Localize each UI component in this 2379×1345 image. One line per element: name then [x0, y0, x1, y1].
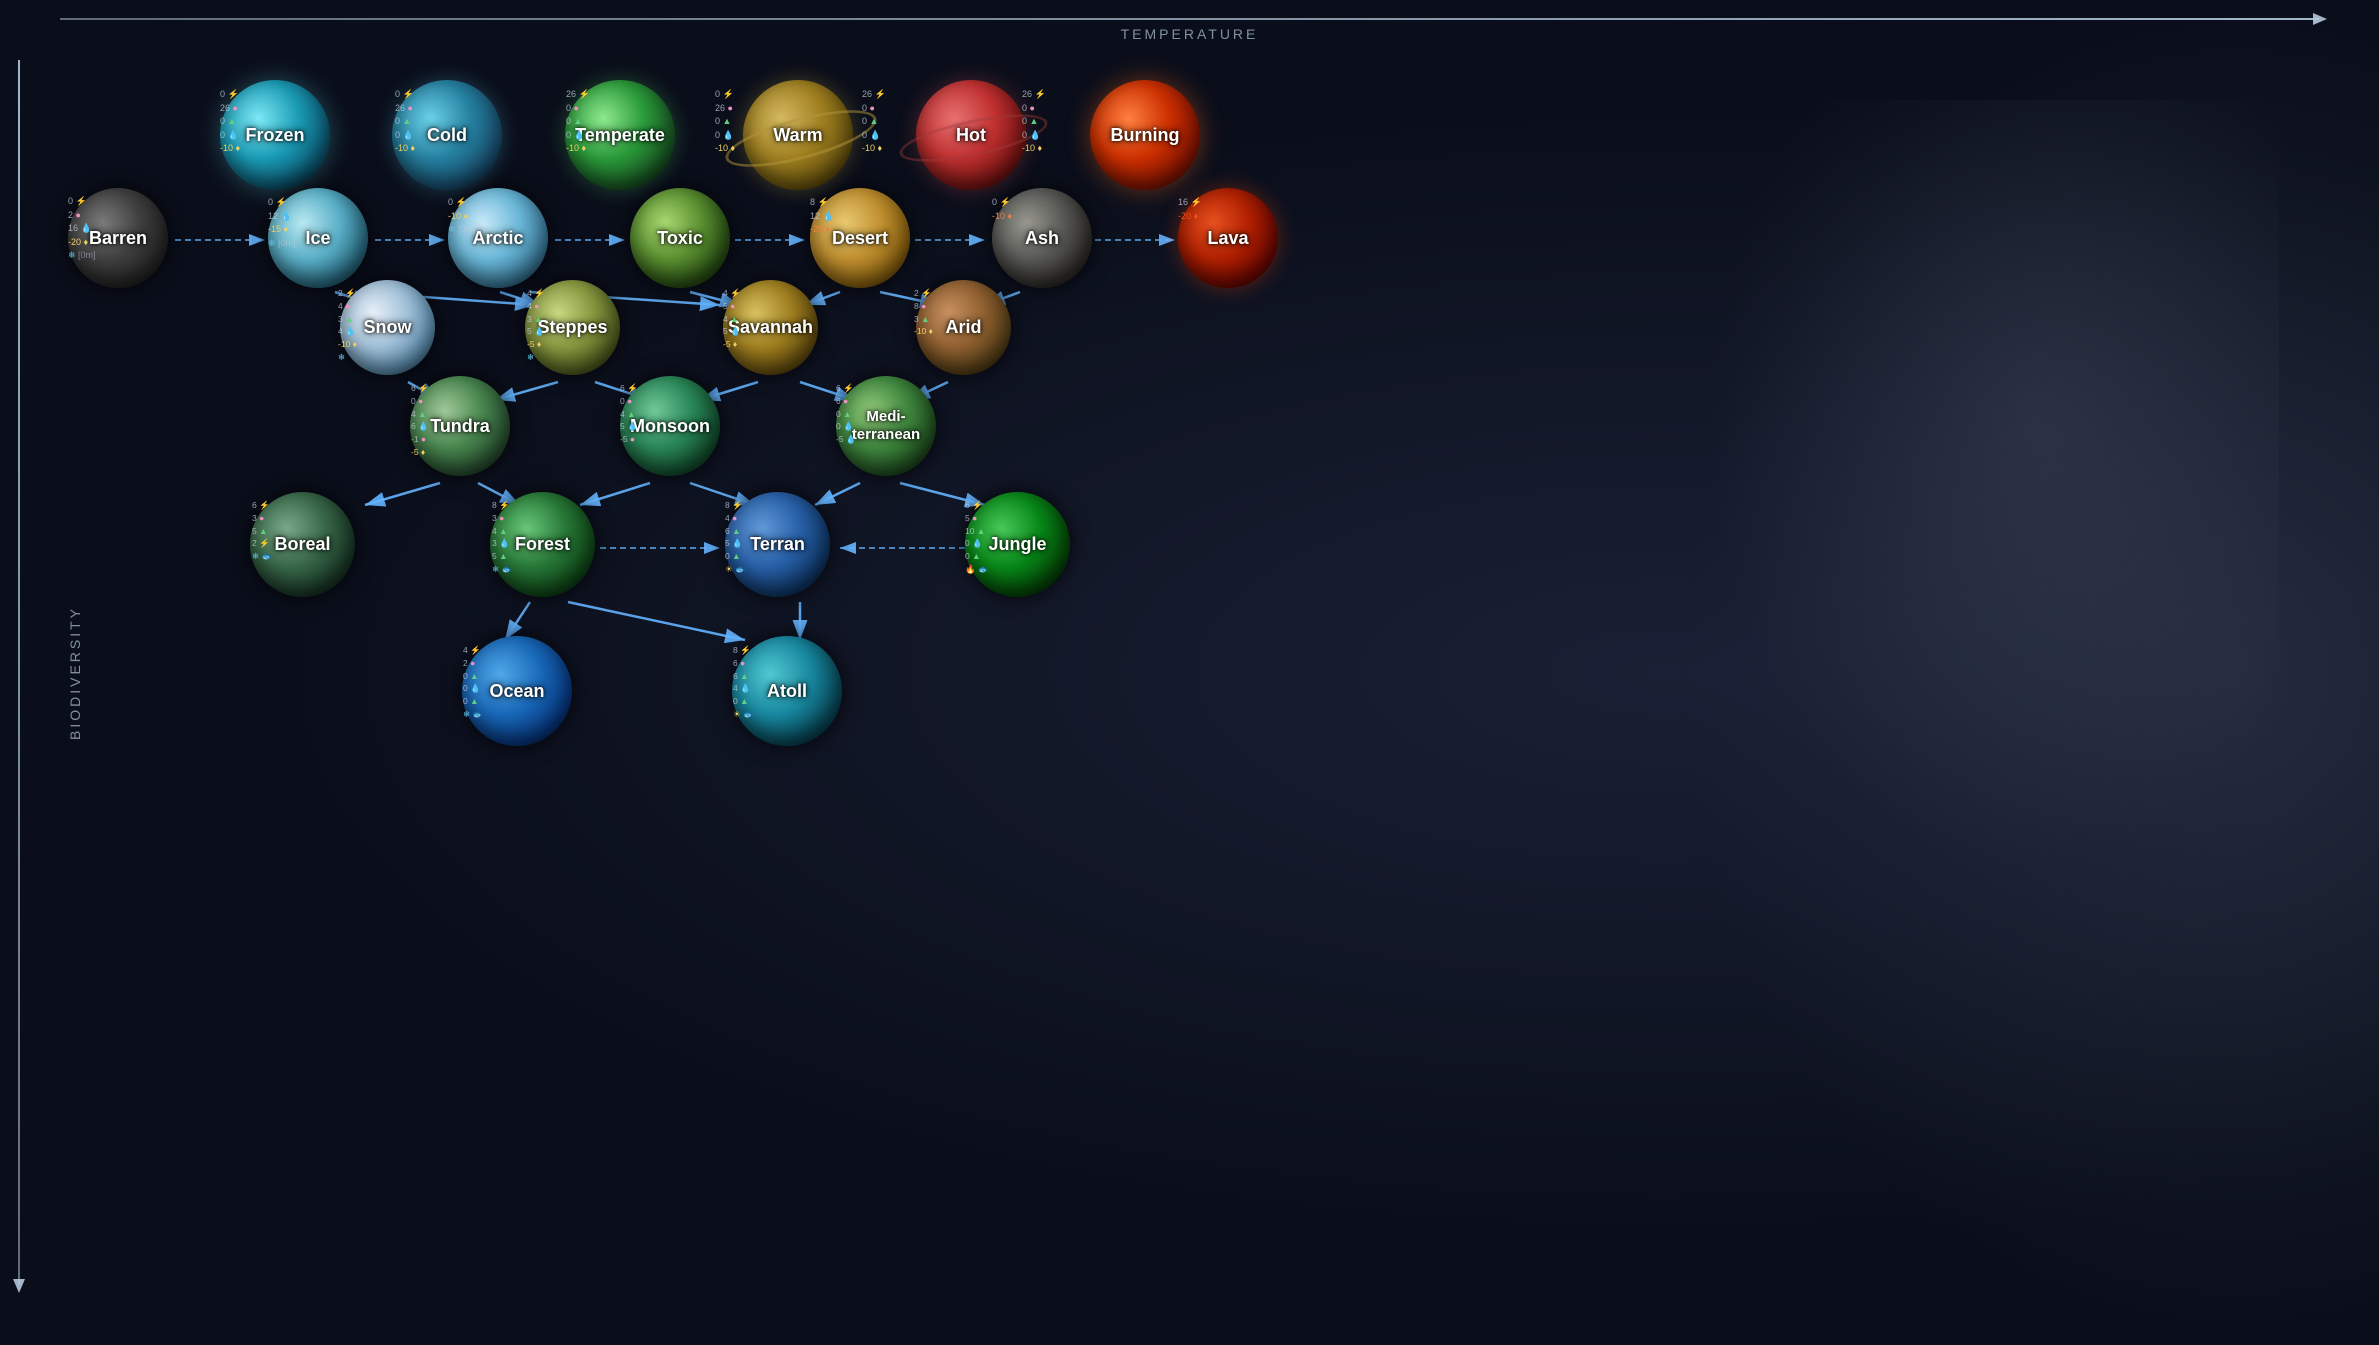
- tundra-stats: 6 ⚡ 0 ● 4 ▲ 6 💧 -1 ● -5 ♦: [411, 382, 429, 459]
- ash-stats: 0 ⚡ -10 ♦: [992, 196, 1012, 223]
- planet-frozen-label: Frozen: [245, 125, 304, 146]
- planet-toxic-container[interactable]: Toxic: [630, 188, 730, 288]
- planet-warm[interactable]: Warm: [743, 80, 853, 190]
- hot-stats: 26 ⚡ 0 ● 0 ▲ 0 💧 -10 ♦: [862, 88, 886, 156]
- terran-stats: 8 ⚡ 4 ● 6 ▲ 5 💧 0 ▲ ☀ 🐟: [725, 499, 746, 576]
- planet-savannah-label: Savannah: [728, 317, 813, 338]
- planet-toxic-label: Toxic: [657, 228, 703, 249]
- planet-arid-label: Arid: [946, 317, 982, 338]
- snow-stats: 2 ⚡ 4 ● 3 ▲ 4 💧 -10 ♦ ❄: [338, 287, 357, 364]
- arid-stats: 2 ⚡ 8 ● 3 ▲ -10 ♦: [914, 287, 933, 338]
- forest-stats: 8 ⚡ 3 ● 4 ▲ 3 💧 5 ▲ ❄ 🐟: [492, 499, 512, 576]
- temperature-axis: TEMPERATURE: [60, 18, 2319, 20]
- planet-tundra-label: Tundra: [430, 416, 490, 437]
- jungle-stats: 6 ⚡ 5 ● 10 ▲ 0 💧 0 ▲ 🔥 🐟: [965, 499, 989, 576]
- mediterranean-stats: 6 ⚡ 6 ● 0 ▲ 0 💧 -5 💧: [836, 382, 857, 446]
- ocean-stats: 4 ⚡ 2 ● 0 ▲ 0 💧 0 ▲ ❄ 🐟: [463, 644, 483, 721]
- planet-atoll-label: Atoll: [767, 681, 807, 702]
- biodiversity-axis: [18, 60, 20, 1285]
- planet-mediterranean-label: Medi-terranean: [852, 408, 920, 444]
- burning-stats: 26 ⚡ 0 ● 0 ▲ 0 💧 -10 ♦: [1022, 88, 1046, 156]
- planet-hot[interactable]: Hot: [916, 80, 1026, 190]
- planet-terran-label: Terran: [750, 534, 805, 555]
- planet-hot-container[interactable]: Hot: [916, 80, 1026, 190]
- desert-stats: 8 ⚡ 12 💧 -20 ♦: [810, 196, 834, 237]
- planet-steppes-label: Steppes: [537, 317, 607, 338]
- warm-stats: 0 ⚡ 26 ● 0 ▲ 0 💧 -10 ♦: [715, 88, 735, 156]
- planet-burning[interactable]: Burning: [1090, 80, 1200, 190]
- temperate-stats: 26 ⚡ 0 ● 0 ▲ 0 💧 -10 ♦: [566, 88, 590, 156]
- planet-ash-label: Ash: [1025, 228, 1059, 249]
- arctic-stats: 0 ⚡ -10 ♦ ❄ [0m]: [448, 196, 476, 237]
- planet-toxic[interactable]: Toxic: [630, 188, 730, 288]
- frozen-stats: 0 ⚡ 26 ● 0 ▲ 0 💧 -10 ♦: [220, 88, 240, 156]
- planet-lava-label: Lava: [1207, 228, 1248, 249]
- planet-burning-container[interactable]: Burning: [1090, 80, 1200, 190]
- planet-desert-label: Desert: [832, 228, 888, 249]
- planet-ocean-label: Ocean: [489, 681, 544, 702]
- steppes-stats: 4 ⚡ 4 ● 3 ▲ 5 💧 -5 ♦ ❄: [527, 287, 545, 364]
- planet-monsoon-label: Monsoon: [630, 416, 710, 437]
- planet-warm-label: Warm: [773, 125, 822, 146]
- lava-stats: 16 ⚡ -20 ♦: [1178, 196, 1202, 223]
- planet-barren-label: Barren: [89, 228, 147, 249]
- planet-arctic-label: Arctic: [472, 228, 523, 249]
- planet-burning-label: Burning: [1111, 125, 1180, 146]
- planet-cold-label: Cold: [427, 125, 467, 146]
- monsoon-stats: 6 ⚡ 0 ● 4 ▲ 5 💧 -5 ●: [620, 382, 638, 446]
- planet-snow-label: Snow: [364, 317, 412, 338]
- cold-stats: 0 ⚡ 26 ● 0 ▲ 0 💧 -10 ♦: [395, 88, 415, 156]
- biodiversity-axis-label: BIODIVERSITY: [67, 605, 83, 739]
- planet-ice-label: Ice: [305, 228, 330, 249]
- planet-boreal-label: Boreal: [274, 534, 330, 555]
- atoll-stats: 8 ⚡ 6 ● 6 ▲ 4 💧 0 ▲ ☀ 🐟: [733, 644, 754, 721]
- savannah-stats: 4 ⚡ 5 ● 4 ▲ 5 💧 -5 ♦: [723, 287, 741, 351]
- planet-warm-container[interactable]: Warm: [743, 80, 853, 190]
- temperature-axis-label: TEMPERATURE: [1121, 26, 1259, 42]
- planet-hot-label: Hot: [956, 125, 986, 146]
- ice-stats: 0 ⚡ 12 💧 -15 ♦ ❄ [0m]: [268, 196, 296, 250]
- boreal-stats: 6 ⚡ 3 ● 5 ▲ 2 ⚡ ❄ 🐟: [252, 499, 272, 563]
- planet-jungle-label: Jungle: [988, 534, 1046, 555]
- barren-stats: 0 ⚡ 2 ● 16 💧 -20 ♦ ❄ [0m]: [68, 195, 96, 263]
- planet-forest-label: Forest: [515, 534, 570, 555]
